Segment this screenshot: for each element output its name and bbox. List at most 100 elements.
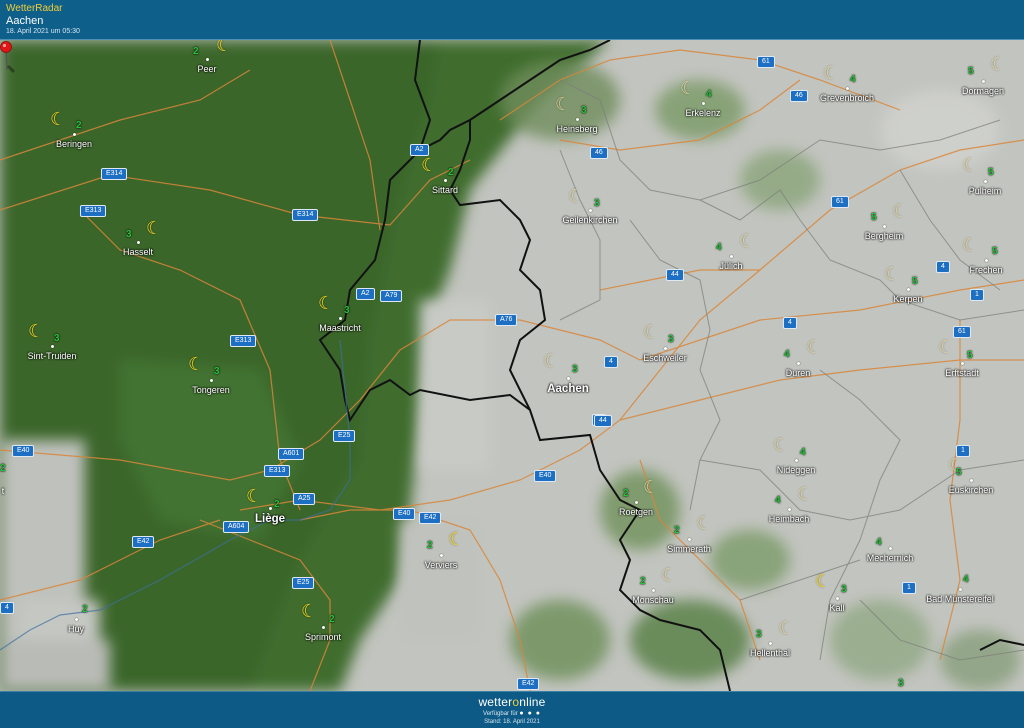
road-shield: 4 <box>783 317 797 329</box>
city-label[interactable]: Sprimont <box>305 632 341 642</box>
city-label[interactable]: Hellenthal <box>750 648 790 658</box>
city-label[interactable]: Liège <box>255 513 285 525</box>
road-shield: 4 <box>604 356 618 368</box>
city-marker <box>688 538 691 541</box>
city-label[interactable]: Verviers <box>425 560 458 570</box>
moon-crescent-icon: ☾ <box>448 529 465 549</box>
moon-crescent-icon: ☾ <box>739 231 756 251</box>
moon-crescent-icon: ☾ <box>301 601 318 621</box>
edge-weather-value: 3 <box>898 678 904 689</box>
city-marker <box>73 133 76 136</box>
city-label[interactable]: Frechen <box>969 265 1002 275</box>
city-label[interactable]: Monschau <box>632 595 674 605</box>
city-marker <box>769 642 772 645</box>
city-label[interactable]: Dormagen <box>962 86 1004 96</box>
city-marker <box>846 87 849 90</box>
location-title: Aachen <box>6 15 44 27</box>
city-marker <box>75 618 78 621</box>
city-marker <box>959 588 962 591</box>
brand-logo[interactable]: wetteronline <box>0 695 1024 709</box>
platform-icons: ● ● ● <box>519 710 541 717</box>
weather-value: 2 <box>623 488 629 499</box>
weather-value: 2 <box>82 604 88 615</box>
moon-crescent-icon: ☾ <box>543 351 560 371</box>
city-label[interactable]: Bergheim <box>865 231 904 241</box>
city-marker <box>907 288 910 291</box>
city-label[interactable]: Erftstadt <box>945 368 979 378</box>
city-label[interactable]: Mechernich <box>867 553 914 563</box>
road-shield: A25 <box>293 493 316 505</box>
road-shield: 61 <box>953 326 971 338</box>
moon-crescent-icon: ☾ <box>216 40 233 55</box>
city-label[interactable]: Beringen <box>56 139 92 149</box>
city-label[interactable]: Heimbach <box>769 514 810 524</box>
location-pin-icon[interactable] <box>0 40 16 74</box>
radar-timestamp: 18. April 2021 um 05:30 <box>6 28 80 35</box>
city-label[interactable]: Hasselt <box>123 247 153 257</box>
city-label[interactable]: Geilenkirchen <box>562 215 617 225</box>
weather-value: 3 <box>126 229 132 240</box>
road-shield: A604 <box>223 521 250 533</box>
city-label[interactable]: Duren <box>786 368 811 378</box>
city-label[interactable]: Kall <box>829 603 844 613</box>
city-label[interactable]: Erkelenz <box>685 108 720 118</box>
weather-value: 2 <box>274 499 280 510</box>
city-label[interactable]: Nideggen <box>777 465 816 475</box>
moon-crescent-icon: ☾ <box>146 218 163 238</box>
city-label[interactable]: Sint-Truiden <box>28 351 77 361</box>
weather-value: 3 <box>756 629 762 640</box>
road-shield: A79 <box>380 290 403 302</box>
city-label[interactable]: Huy <box>68 624 84 634</box>
road-shield: E25 <box>292 577 315 589</box>
city-marker <box>137 241 140 244</box>
city-label[interactable]: Euskirchen <box>949 485 994 495</box>
road-shield: E40 <box>12 445 35 457</box>
weather-value: 3 <box>572 364 578 375</box>
city-label[interactable]: Bad Münstereifel <box>926 594 994 604</box>
city-marker <box>210 379 213 382</box>
moon-crescent-icon: ☾ <box>778 618 795 638</box>
city-label[interactable]: Aachen <box>547 383 589 395</box>
city-label[interactable]: Tongeren <box>192 385 230 395</box>
weather-value: 2 <box>329 614 335 625</box>
city-label[interactable]: Kerpen <box>893 294 922 304</box>
weather-value: 3 <box>54 333 60 344</box>
weather-value: 4 <box>784 349 790 360</box>
road-shield: A2 <box>410 144 429 156</box>
city-label[interactable]: Eschweiler <box>643 353 687 363</box>
city-label[interactable]: Simmerath <box>667 544 711 554</box>
city-marker <box>961 362 964 365</box>
city-label[interactable]: Jülich <box>719 261 742 271</box>
city-label[interactable]: Sittard <box>432 185 458 195</box>
weather-value: 5 <box>956 467 962 478</box>
weather-value: 5 <box>967 350 973 361</box>
city-marker <box>836 597 839 600</box>
moon-crescent-icon: ☾ <box>421 155 438 175</box>
city-marker <box>206 58 209 61</box>
city-label[interactable]: Grevenbroich <box>820 93 874 103</box>
moon-crescent-icon: ☾ <box>696 513 713 533</box>
road-shield: A76 <box>495 314 518 326</box>
city-marker <box>985 259 988 262</box>
weather-value: 3 <box>214 366 220 377</box>
weather-radar-map[interactable]: Peer ☾ 2 Beringen ☾ 2 Hasselt ☾ 3 Sint-Truiden ☾ 3 T… <box>0 40 1024 691</box>
city-label[interactable]: Roetgen <box>619 507 653 517</box>
city-marker <box>664 347 667 350</box>
app-name: WetterRadar <box>6 3 63 14</box>
city-label[interactable]: Maastricht <box>319 323 361 333</box>
road-shield: 61 <box>757 56 775 68</box>
weather-value: 4 <box>775 495 781 506</box>
map-background <box>0 40 1024 691</box>
city-label[interactable]: Peer <box>197 64 216 74</box>
road-shield: 1 <box>902 582 916 594</box>
city-label[interactable]: Heinsberg <box>556 124 597 134</box>
city-marker <box>795 459 798 462</box>
moon-crescent-icon: ☾ <box>50 109 67 129</box>
city-marker <box>444 179 447 182</box>
app-footer: wetteronline Verfügbar für ● ● ● Stand: … <box>0 691 1024 728</box>
city-label[interactable]: Pulheim <box>969 186 1002 196</box>
weather-value: 2 <box>640 576 646 587</box>
moon-crescent-icon: ☾ <box>773 435 790 455</box>
moon-crescent-icon: ☾ <box>680 78 697 98</box>
weather-value: 2 <box>674 525 680 536</box>
